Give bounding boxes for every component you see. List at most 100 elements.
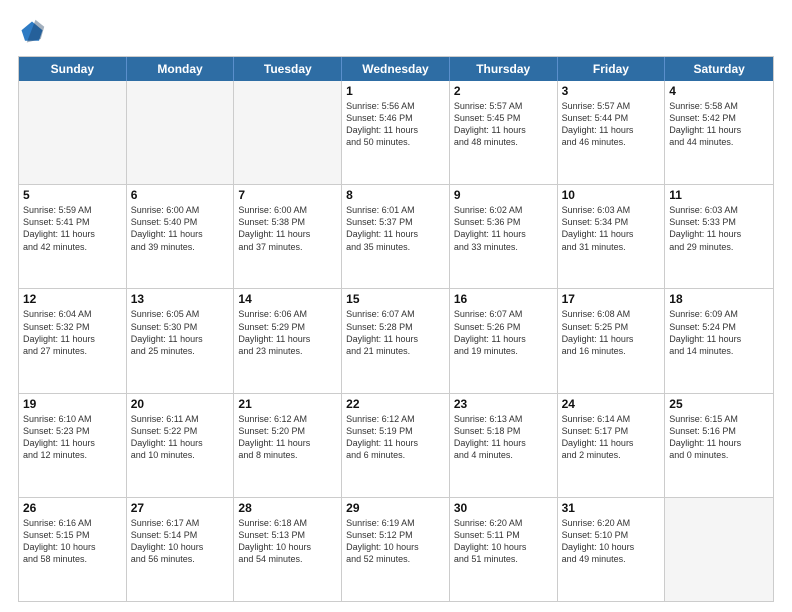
day-number: 26 [23, 501, 122, 515]
cal-cell: 4 Sunrise: 5:58 AM Sunset: 5:42 PM Daylig… [665, 81, 773, 184]
cal-week-4: 19Sunrise: 6:10 AM Sunset: 5:23 PM Dayli… [19, 394, 773, 498]
cell-info: Sunrise: 6:01 AM Sunset: 5:37 PM Dayligh… [346, 204, 445, 253]
cal-cell: 14Sunrise: 6:06 AM Sunset: 5:29 PM Dayli… [234, 289, 342, 392]
page: SundayMondayTuesdayWednesdayThursdayFrid… [0, 0, 792, 612]
cell-info: Sunrise: 6:03 AM Sunset: 5:33 PM Dayligh… [669, 204, 769, 253]
day-number: 23 [454, 397, 553, 411]
cell-info: Sunrise: 5:56 AM Sunset: 5:46 PM Dayligh… [346, 100, 445, 149]
day-number: 30 [454, 501, 553, 515]
cal-cell: 28 Sunrise: 6:18 AM Sunset: 5:13 PM Dayli… [234, 498, 342, 601]
cal-week-3: 12 Sunrise: 6:04 AM Sunset: 5:32 PM Dayli… [19, 289, 773, 393]
day-number: 16 [454, 292, 553, 306]
cal-week-2: 5Sunrise: 5:59 AM Sunset: 5:41 PM Daylig… [19, 185, 773, 289]
cal-cell: 23 Sunrise: 6:13 AM Sunset: 5:18 PM Dayli… [450, 394, 558, 497]
day-number: 10 [562, 188, 661, 202]
cal-cell: 8 Sunrise: 6:01 AM Sunset: 5:37 PM Daylig… [342, 185, 450, 288]
cell-info: Sunrise: 6:09 AM Sunset: 5:24 PM Dayligh… [669, 308, 769, 357]
cal-cell: 10 Sunrise: 6:03 AM Sunset: 5:34 PM Dayli… [558, 185, 666, 288]
cal-week-1: 1 Sunrise: 5:56 AM Sunset: 5:46 PM Daylig… [19, 81, 773, 185]
cal-cell [127, 81, 235, 184]
day-number: 11 [669, 188, 769, 202]
day-number: 4 [669, 84, 769, 98]
day-number: 27 [131, 501, 230, 515]
cal-cell: 24Sunrise: 6:14 AM Sunset: 5:17 PM Dayli… [558, 394, 666, 497]
logo [18, 18, 50, 46]
cal-week-5: 26 Sunrise: 6:16 AM Sunset: 5:15 PM Dayli… [19, 498, 773, 601]
cell-info: Sunrise: 6:17 AM Sunset: 5:14 PM Dayligh… [131, 517, 230, 566]
cal-cell: 3 Sunrise: 5:57 AM Sunset: 5:44 PM Daylig… [558, 81, 666, 184]
cal-cell: 11 Sunrise: 6:03 AM Sunset: 5:33 PM Dayli… [665, 185, 773, 288]
cal-cell: 12 Sunrise: 6:04 AM Sunset: 5:32 PM Dayli… [19, 289, 127, 392]
cell-info: Sunrise: 6:16 AM Sunset: 5:15 PM Dayligh… [23, 517, 122, 566]
cell-info: Sunrise: 6:20 AM Sunset: 5:10 PM Dayligh… [562, 517, 661, 566]
calendar-body: 1 Sunrise: 5:56 AM Sunset: 5:46 PM Daylig… [19, 81, 773, 601]
day-number: 29 [346, 501, 445, 515]
cal-cell: 16 Sunrise: 6:07 AM Sunset: 5:26 PM Dayli… [450, 289, 558, 392]
day-number: 13 [131, 292, 230, 306]
cell-info: Sunrise: 6:13 AM Sunset: 5:18 PM Dayligh… [454, 413, 553, 462]
header [18, 18, 774, 46]
cell-info: Sunrise: 6:15 AM Sunset: 5:16 PM Dayligh… [669, 413, 769, 462]
cal-header-cell-sunday: Sunday [19, 57, 127, 81]
cell-info: Sunrise: 6:11 AM Sunset: 5:22 PM Dayligh… [131, 413, 230, 462]
cell-info: Sunrise: 5:57 AM Sunset: 5:45 PM Dayligh… [454, 100, 553, 149]
cal-header-cell-thursday: Thursday [450, 57, 558, 81]
day-number: 20 [131, 397, 230, 411]
cal-cell: 22 Sunrise: 6:12 AM Sunset: 5:19 PM Dayli… [342, 394, 450, 497]
cal-cell: 19Sunrise: 6:10 AM Sunset: 5:23 PM Dayli… [19, 394, 127, 497]
cell-info: Sunrise: 6:12 AM Sunset: 5:19 PM Dayligh… [346, 413, 445, 462]
cell-info: Sunrise: 6:07 AM Sunset: 5:26 PM Dayligh… [454, 308, 553, 357]
cal-cell: 6Sunrise: 6:00 AM Sunset: 5:40 PM Daylig… [127, 185, 235, 288]
day-number: 22 [346, 397, 445, 411]
cell-info: Sunrise: 6:18 AM Sunset: 5:13 PM Dayligh… [238, 517, 337, 566]
calendar-header: SundayMondayTuesdayWednesdayThursdayFrid… [19, 57, 773, 81]
cal-cell: 5Sunrise: 5:59 AM Sunset: 5:41 PM Daylig… [19, 185, 127, 288]
cell-info: Sunrise: 6:10 AM Sunset: 5:23 PM Dayligh… [23, 413, 122, 462]
day-number: 31 [562, 501, 661, 515]
cal-header-cell-saturday: Saturday [665, 57, 773, 81]
cal-cell: 9Sunrise: 6:02 AM Sunset: 5:36 PM Daylig… [450, 185, 558, 288]
cal-cell: 29 Sunrise: 6:19 AM Sunset: 5:12 PM Dayli… [342, 498, 450, 601]
cal-cell: 20 Sunrise: 6:11 AM Sunset: 5:22 PM Dayli… [127, 394, 235, 497]
cal-header-cell-tuesday: Tuesday [234, 57, 342, 81]
cell-info: Sunrise: 6:05 AM Sunset: 5:30 PM Dayligh… [131, 308, 230, 357]
day-number: 17 [562, 292, 661, 306]
cal-cell: 13 Sunrise: 6:05 AM Sunset: 5:30 PM Dayli… [127, 289, 235, 392]
day-number: 8 [346, 188, 445, 202]
cal-cell: 21 Sunrise: 6:12 AM Sunset: 5:20 PM Dayli… [234, 394, 342, 497]
cal-cell: 30Sunrise: 6:20 AM Sunset: 5:11 PM Dayli… [450, 498, 558, 601]
cal-cell: 27 Sunrise: 6:17 AM Sunset: 5:14 PM Dayli… [127, 498, 235, 601]
cell-info: Sunrise: 6:03 AM Sunset: 5:34 PM Dayligh… [562, 204, 661, 253]
calendar: SundayMondayTuesdayWednesdayThursdayFrid… [18, 56, 774, 602]
cell-info: Sunrise: 6:02 AM Sunset: 5:36 PM Dayligh… [454, 204, 553, 253]
cell-info: Sunrise: 6:19 AM Sunset: 5:12 PM Dayligh… [346, 517, 445, 566]
day-number: 1 [346, 84, 445, 98]
day-number: 21 [238, 397, 337, 411]
cell-info: Sunrise: 6:08 AM Sunset: 5:25 PM Dayligh… [562, 308, 661, 357]
cal-cell: 31 Sunrise: 6:20 AM Sunset: 5:10 PM Dayli… [558, 498, 666, 601]
cal-cell: 17 Sunrise: 6:08 AM Sunset: 5:25 PM Dayli… [558, 289, 666, 392]
day-number: 25 [669, 397, 769, 411]
day-number: 12 [23, 292, 122, 306]
cal-cell: 2Sunrise: 5:57 AM Sunset: 5:45 PM Daylig… [450, 81, 558, 184]
day-number: 3 [562, 84, 661, 98]
cell-info: Sunrise: 6:12 AM Sunset: 5:20 PM Dayligh… [238, 413, 337, 462]
cell-info: Sunrise: 6:00 AM Sunset: 5:40 PM Dayligh… [131, 204, 230, 253]
cell-info: Sunrise: 5:59 AM Sunset: 5:41 PM Dayligh… [23, 204, 122, 253]
cell-info: Sunrise: 6:06 AM Sunset: 5:29 PM Dayligh… [238, 308, 337, 357]
day-number: 18 [669, 292, 769, 306]
cal-cell: 7 Sunrise: 6:00 AM Sunset: 5:38 PM Daylig… [234, 185, 342, 288]
day-number: 7 [238, 188, 337, 202]
cal-header-cell-wednesday: Wednesday [342, 57, 450, 81]
cal-cell [234, 81, 342, 184]
cell-info: Sunrise: 5:57 AM Sunset: 5:44 PM Dayligh… [562, 100, 661, 149]
cal-cell: 18 Sunrise: 6:09 AM Sunset: 5:24 PM Dayli… [665, 289, 773, 392]
logo-icon [18, 18, 46, 46]
cal-cell: 1 Sunrise: 5:56 AM Sunset: 5:46 PM Daylig… [342, 81, 450, 184]
cell-info: Sunrise: 6:07 AM Sunset: 5:28 PM Dayligh… [346, 308, 445, 357]
day-number: 28 [238, 501, 337, 515]
cal-cell: 26 Sunrise: 6:16 AM Sunset: 5:15 PM Dayli… [19, 498, 127, 601]
cell-info: Sunrise: 6:00 AM Sunset: 5:38 PM Dayligh… [238, 204, 337, 253]
cell-info: Sunrise: 5:58 AM Sunset: 5:42 PM Dayligh… [669, 100, 769, 149]
cell-info: Sunrise: 6:04 AM Sunset: 5:32 PM Dayligh… [23, 308, 122, 357]
